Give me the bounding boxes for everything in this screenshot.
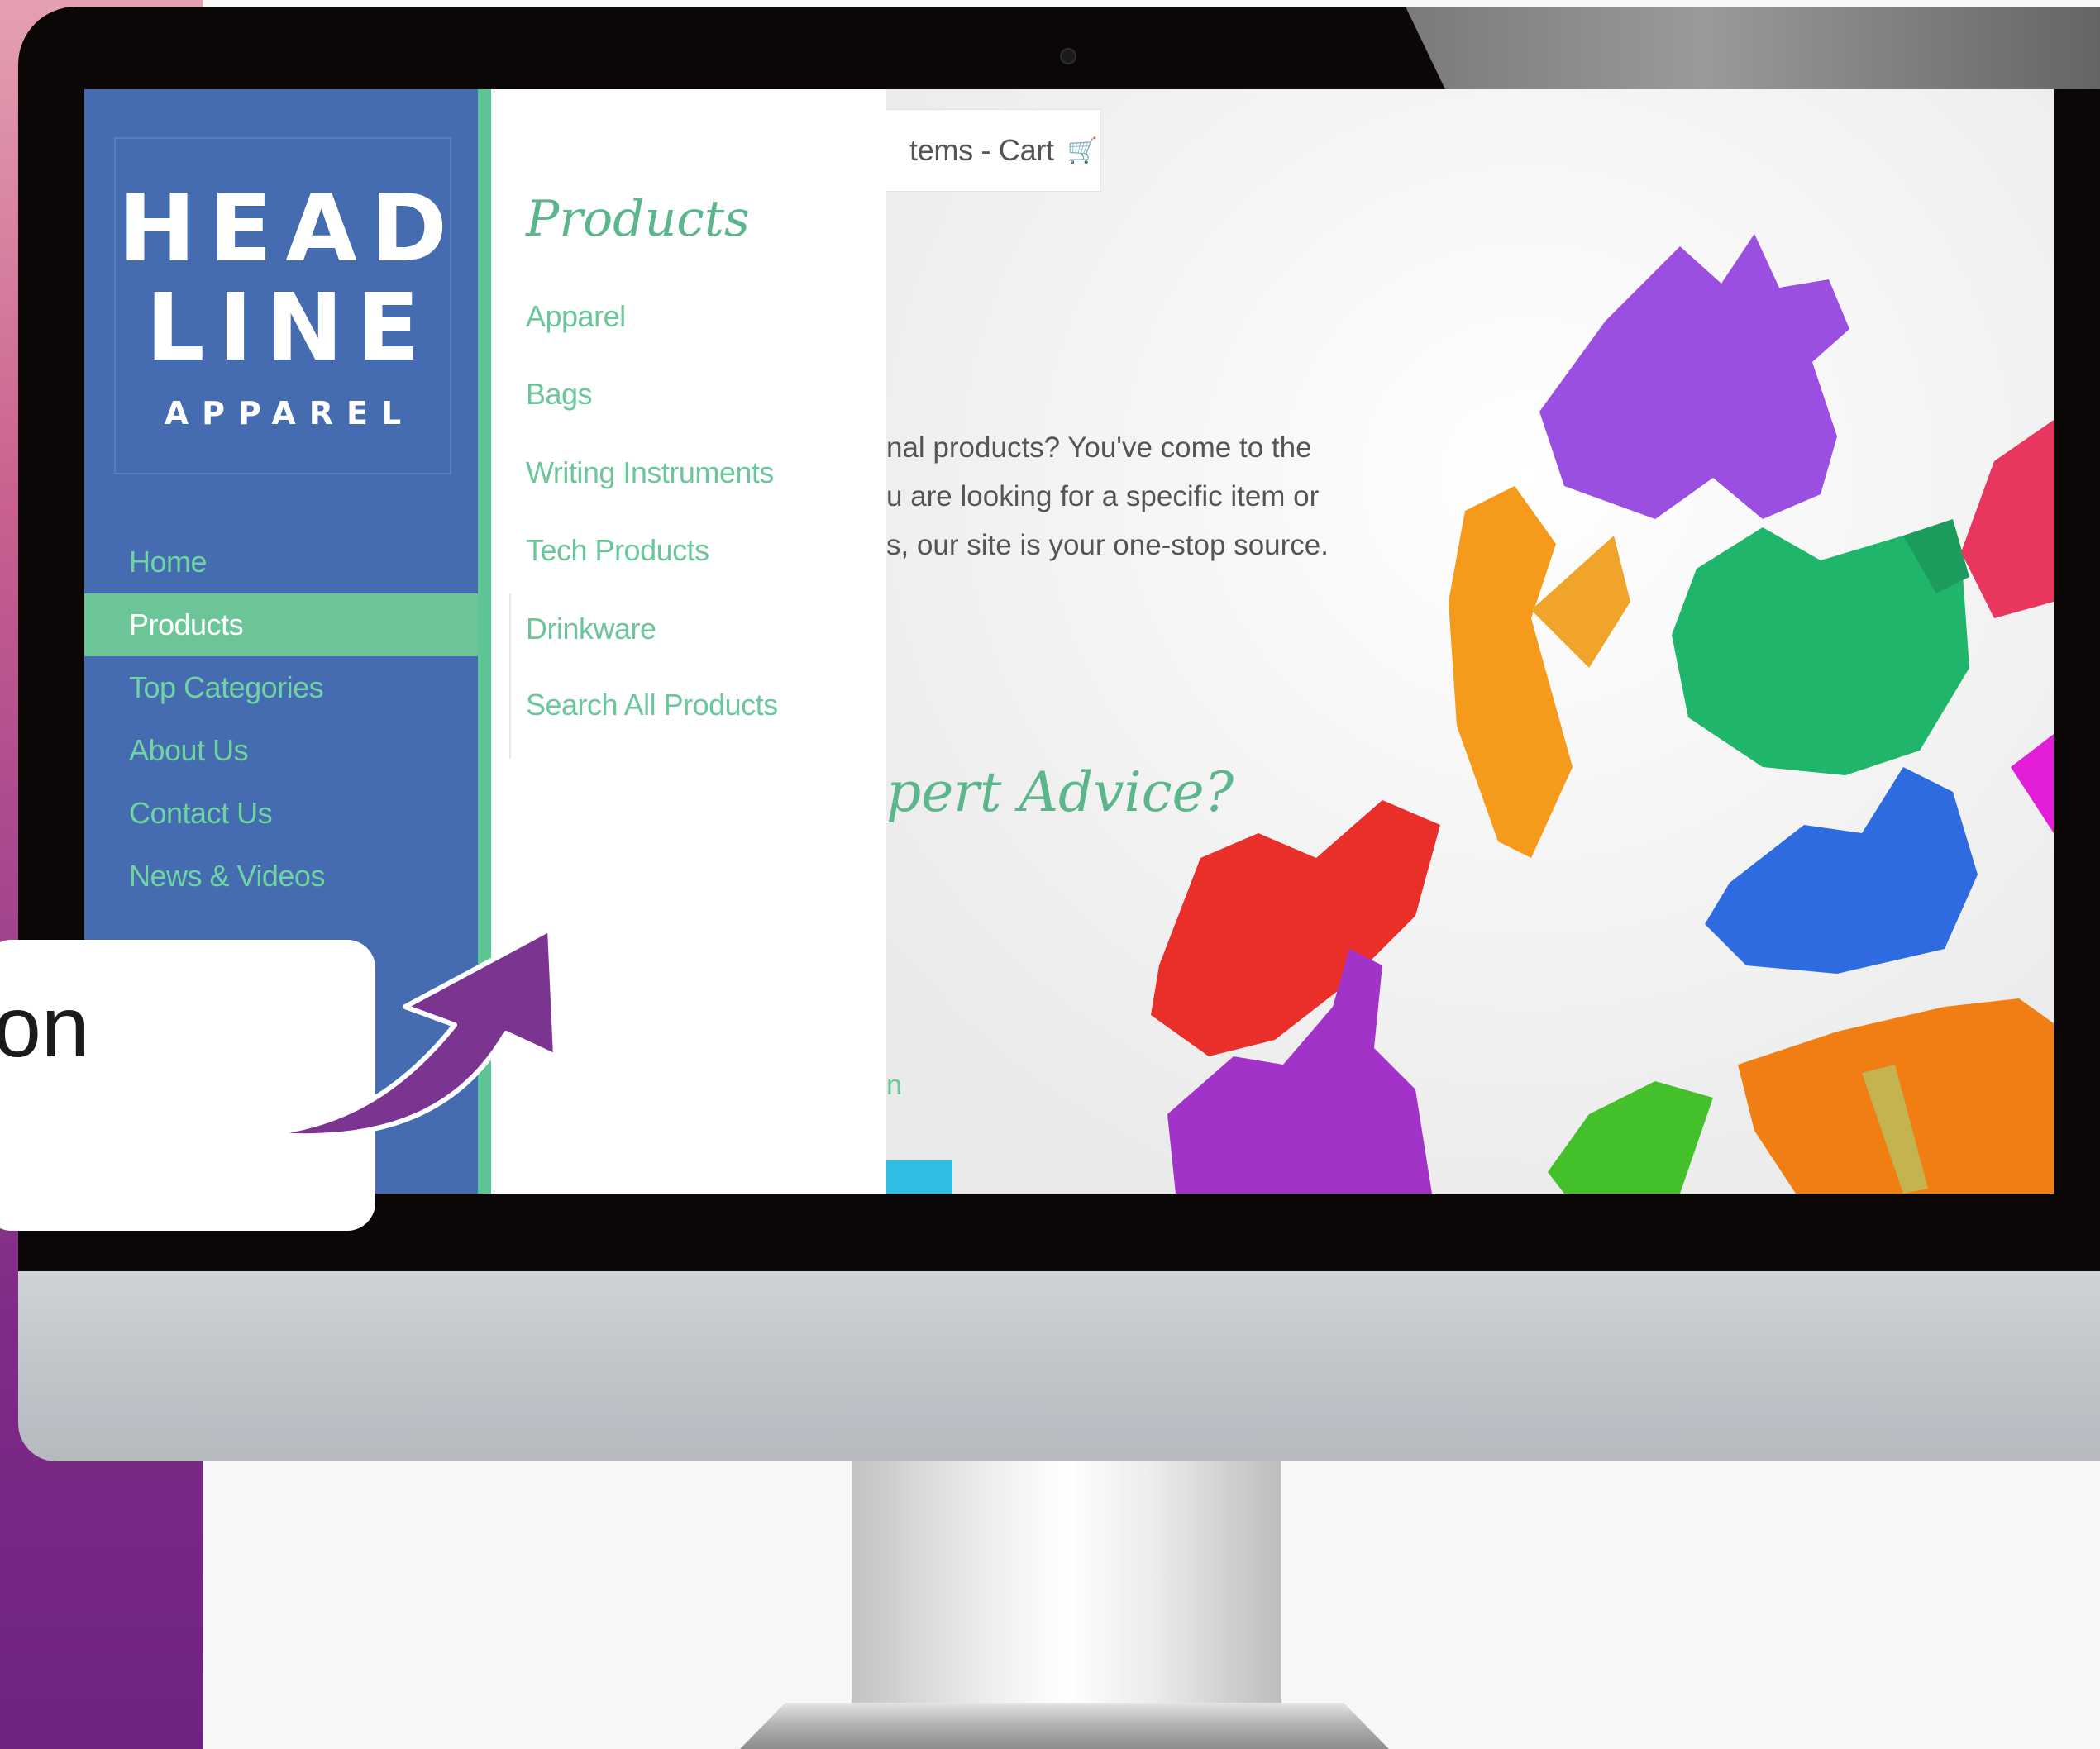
dropdown-item-drinkware[interactable]: Drinkware <box>526 612 656 646</box>
sidebar-item-news-videos[interactable]: News & Videos <box>84 845 478 908</box>
sidebar-item-home[interactable]: Home <box>84 531 478 593</box>
intro-line-1: nal products? You've come to the <box>886 431 1312 464</box>
expert-advice-heading: pert Advice? <box>886 760 1234 824</box>
sidebar-nav: Home Products Top Categories About Us Co… <box>84 531 478 908</box>
dropdown-item-bags[interactable]: Bags <box>526 377 593 412</box>
dropdown-title: Products <box>526 190 750 248</box>
main-content: tems - Cart 🛒 nal products? You've come … <box>886 89 2054 1194</box>
dropdown-item-apparel[interactable]: Apparel <box>526 299 626 334</box>
dropdown-divider <box>509 593 511 759</box>
logo-line-apparel: APPAREL <box>164 395 415 431</box>
logo-line-head: HEAD <box>118 175 461 283</box>
sidebar-item-about-us[interactable]: About Us <box>84 719 478 782</box>
flying-clothes-image <box>886 89 2054 1194</box>
monitor-chin <box>18 1271 2100 1461</box>
intro-line-2: u are looking for a specific item or <box>886 480 1320 512</box>
cart-button[interactable]: tems - Cart 🛒 <box>886 109 1101 192</box>
sidebar-item-contact-us[interactable]: Contact Us <box>84 782 478 845</box>
logo-line-line: LINE <box>146 274 433 382</box>
sidebar-item-top-categories[interactable]: Top Categories <box>84 656 478 719</box>
dropdown-item-tech-products[interactable]: Tech Products <box>526 533 709 568</box>
shopping-cart-icon: 🛒 <box>1067 136 1098 164</box>
dropdown-item-search-all-products[interactable]: Search All Products <box>526 688 778 722</box>
monitor-stand-base <box>740 1703 1389 1749</box>
cart-label: tems - Cart <box>909 133 1054 167</box>
headline-apparel-logo[interactable]: HEAD LINE APPAREL <box>114 137 451 474</box>
monitor-glare <box>1406 7 2100 89</box>
dropdown-item-writing-instruments[interactable]: Writing Instruments <box>526 455 774 490</box>
callout-text: on <box>0 979 89 1075</box>
content-link-fragment[interactable]: n <box>886 1070 902 1102</box>
monitor-stand <box>852 1461 1281 1709</box>
intro-line-3: s, our site is your one-stop source. <box>886 529 1329 561</box>
sidebar-item-products[interactable]: Products <box>84 593 478 656</box>
intro-paragraph: nal products? You've come to the u are l… <box>886 423 1366 569</box>
blue-banner-strip <box>886 1160 952 1194</box>
pointer-arrow-icon <box>265 927 558 1139</box>
camera-icon <box>1060 48 1076 64</box>
